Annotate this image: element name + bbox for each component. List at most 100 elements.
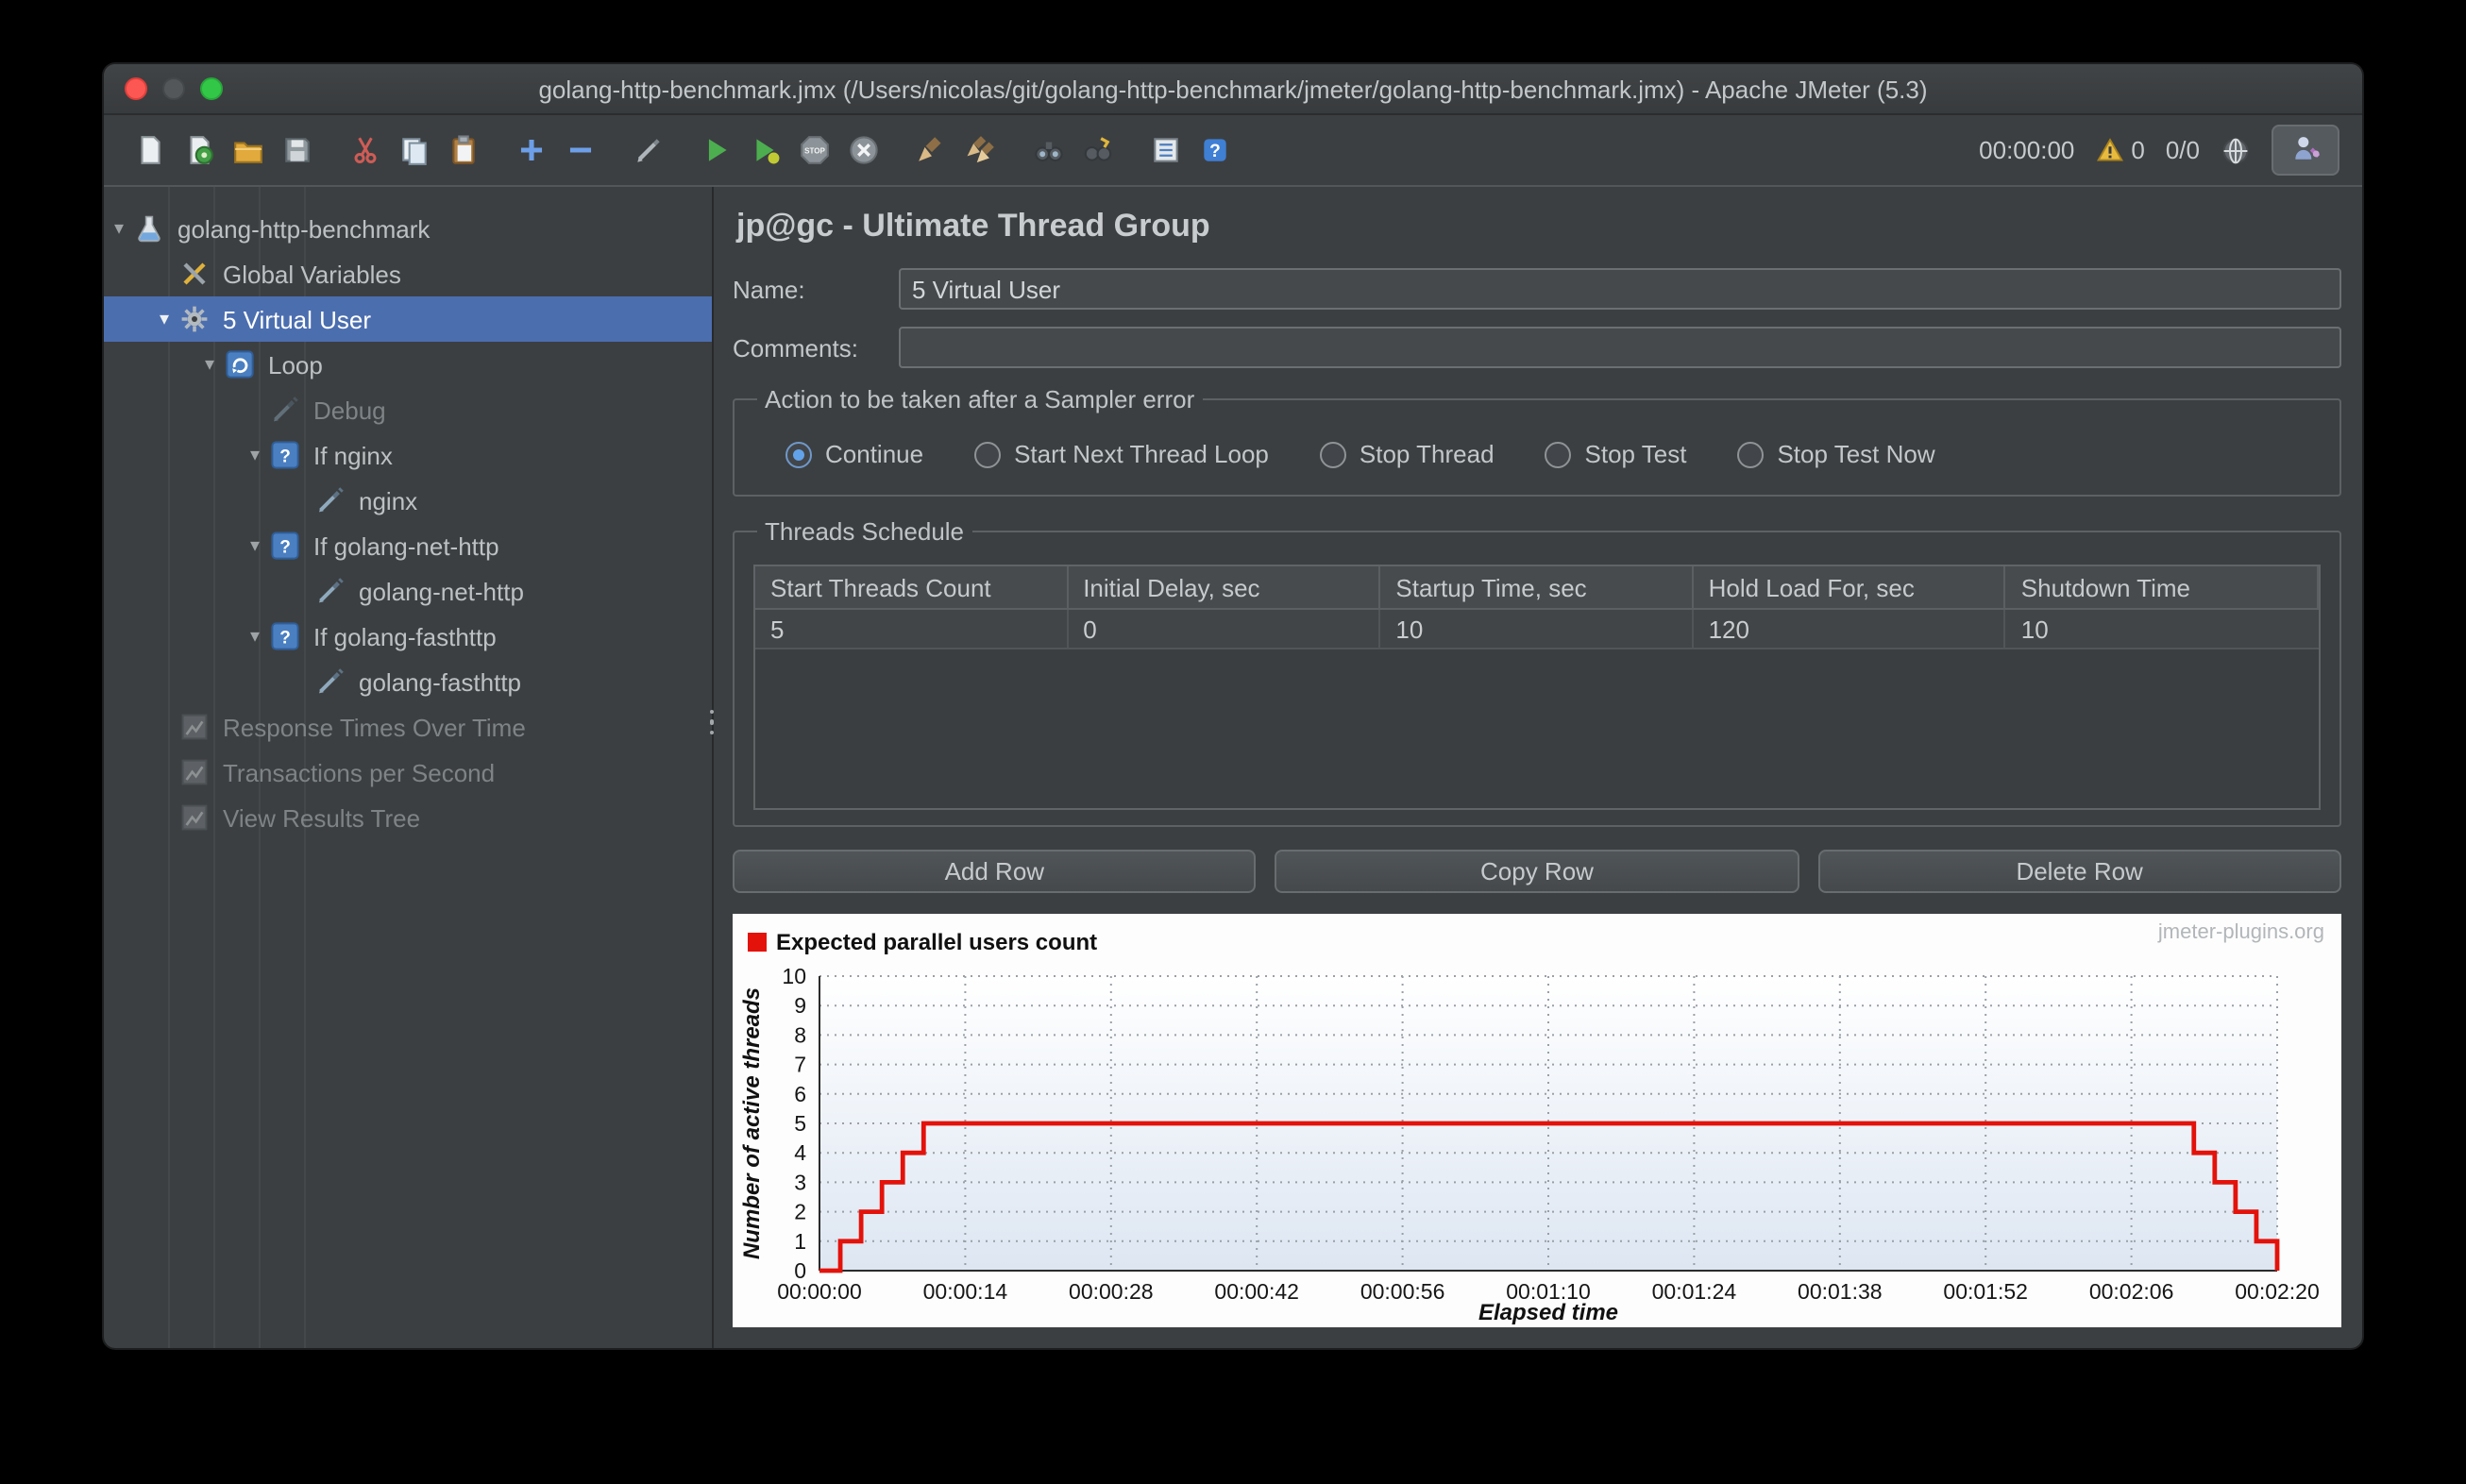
svg-text:?: ? — [1209, 142, 1221, 161]
name-input[interactable] — [899, 268, 2341, 310]
collapse-arrow-icon[interactable]: ▾ — [194, 354, 225, 375]
thread-counter: 0/0 — [2165, 136, 2200, 164]
splitter-handle[interactable] — [701, 709, 723, 735]
tree-item-if-golang-net-http[interactable]: ▾? If golang-net-http — [104, 523, 712, 568]
tree-item-if-golang-fasthttp[interactable]: ▾? If golang-fasthttp — [104, 614, 712, 659]
function-helper-button[interactable] — [1142, 125, 1190, 176]
paste-button[interactable] — [440, 125, 487, 176]
copy-button[interactable] — [391, 125, 438, 176]
copy-row-button[interactable]: Copy Row — [1275, 850, 1799, 893]
threads-schedule-group: Threads Schedule Start Threads Count Init… — [733, 517, 2341, 827]
collapse-arrow-icon[interactable]: ▾ — [149, 309, 179, 329]
tree-item-view-results-tree[interactable]: View Results Tree — [104, 795, 712, 840]
radio-start-next-thread-loop[interactable]: Start Next Thread Loop — [974, 440, 1269, 468]
toolbar-separator — [489, 149, 506, 151]
watermark: jmeter-plugins.org — [2157, 921, 2324, 944]
new-file-button[interactable] — [127, 125, 174, 176]
search-button[interactable] — [1025, 125, 1073, 176]
tree-item-label: If nginx — [313, 441, 393, 469]
save-icon — [281, 134, 313, 166]
log-errors-indicator[interactable]: 0 — [2095, 136, 2145, 164]
tree-item-loop[interactable]: ▾ Loop — [104, 342, 712, 387]
svg-text:00:01:24: 00:01:24 — [1652, 1279, 1737, 1304]
svg-text:9: 9 — [794, 993, 806, 1018]
close-window-button[interactable] — [125, 77, 147, 100]
clean-all-button[interactable] — [957, 125, 1005, 176]
tree-item-label: Loop — [268, 350, 323, 379]
test-plan-tree: ▾ golang-http-benchmark Global Variables ▾ 5… — [104, 187, 714, 1348]
probe-icon — [315, 666, 349, 697]
svg-text:STOP: STOP — [804, 146, 825, 155]
toolbar-status: 00:00:00 0 0/0 — [1979, 125, 2339, 176]
table-cell-start-threads-count[interactable]: 5 — [755, 610, 1069, 649]
search-icon — [1033, 134, 1065, 166]
tree-item-golang-net-http[interactable]: golang-net-http — [104, 568, 712, 614]
cut-icon — [349, 134, 381, 166]
toolbar-buttons: STOP? — [127, 125, 1239, 176]
collapse-arrow-icon[interactable]: ▾ — [240, 445, 270, 465]
tree-item-5-virtual-user[interactable]: ▾ 5 Virtual User — [104, 296, 712, 342]
radio-label: Stop Test — [1584, 440, 1687, 468]
collapse-arrow-icon[interactable]: ▾ — [240, 535, 270, 556]
table-cell-startup-time-sec[interactable]: 10 — [1380, 610, 1694, 649]
tree-item-if-nginx[interactable]: ▾? If nginx — [104, 432, 712, 478]
start-button[interactable] — [693, 125, 740, 176]
radio-label: Stop Thread — [1359, 440, 1495, 468]
toolbar-separator — [1006, 149, 1023, 151]
tree-item-response-times-over-time[interactable]: Response Times Over Time — [104, 704, 712, 750]
legend-swatch — [748, 933, 767, 952]
tree-item-label: 5 Virtual User — [223, 305, 372, 333]
open-file-button[interactable] — [225, 125, 272, 176]
sampler-error-title: Action to be taken after a Sampler error — [765, 385, 1195, 413]
search-reset-button[interactable] — [1074, 125, 1122, 176]
if-icon: ? — [270, 440, 304, 470]
table-cell-hold-load-for-sec[interactable]: 120 — [1693, 610, 2006, 649]
tree-item-label: nginx — [359, 486, 418, 514]
stop-button[interactable]: STOP — [791, 125, 838, 176]
start-icon — [701, 134, 733, 166]
table-cell-initial-delay-sec[interactable]: 0 — [1068, 610, 1381, 649]
toggle-button[interactable] — [625, 125, 672, 176]
tools-icon — [179, 259, 213, 289]
shutdown-icon — [848, 134, 880, 166]
delete-row-button[interactable]: Delete Row — [1817, 850, 2341, 893]
svg-text:1: 1 — [794, 1229, 806, 1254]
comments-input[interactable] — [899, 327, 2341, 368]
radio-stop-test[interactable]: Stop Test — [1545, 440, 1687, 468]
radio-stop-thread[interactable]: Stop Thread — [1319, 440, 1495, 468]
tree-item-label: Response Times Over Time — [223, 713, 526, 741]
templates-button[interactable] — [176, 125, 223, 176]
tree-item-label: Global Variables — [223, 260, 401, 288]
minus-button[interactable] — [557, 125, 604, 176]
user-settings-button[interactable] — [2272, 125, 2339, 176]
tree-item-global-variables[interactable]: Global Variables — [104, 251, 712, 296]
zoom-window-button[interactable] — [200, 77, 223, 100]
svg-text:00:00:00: 00:00:00 — [777, 1279, 862, 1304]
minimize-window-button[interactable] — [162, 77, 185, 100]
plus-button[interactable] — [508, 125, 555, 176]
start-no-timers-button[interactable] — [742, 125, 789, 176]
tree-item-transactions-per-second[interactable]: Transactions per Second — [104, 750, 712, 795]
toolbar-separator — [674, 149, 691, 151]
cut-button[interactable] — [342, 125, 389, 176]
if-icon: ? — [270, 621, 304, 651]
comments-row: Comments: — [733, 327, 2341, 368]
titlebar: golang-http-benchmark.jmx (/Users/nicola… — [104, 64, 2362, 115]
help-button[interactable]: ? — [1191, 125, 1239, 176]
collapse-arrow-icon[interactable]: ▾ — [240, 626, 270, 647]
radio-continue[interactable]: Continue — [785, 440, 923, 468]
save-button[interactable] — [274, 125, 321, 176]
tree-item-golang-fasthttp[interactable]: golang-fasthttp — [104, 659, 712, 704]
add-row-button[interactable]: Add Row — [733, 850, 1257, 893]
radio-stop-test-now[interactable]: Stop Test Now — [1737, 440, 1935, 468]
collapse-arrow-icon[interactable]: ▾ — [104, 218, 134, 239]
svg-text:?: ? — [279, 538, 291, 558]
globe-icon[interactable] — [2221, 135, 2251, 165]
shutdown-button[interactable] — [840, 125, 887, 176]
svg-text:?: ? — [279, 629, 291, 649]
tree-item-golang-http-benchmark[interactable]: ▾ golang-http-benchmark — [104, 206, 712, 251]
table-cell-shutdown-time[interactable]: 10 — [2005, 610, 2319, 649]
tree-item-debug[interactable]: Debug — [104, 387, 712, 432]
clean-button[interactable] — [908, 125, 955, 176]
tree-item-nginx[interactable]: nginx — [104, 478, 712, 523]
